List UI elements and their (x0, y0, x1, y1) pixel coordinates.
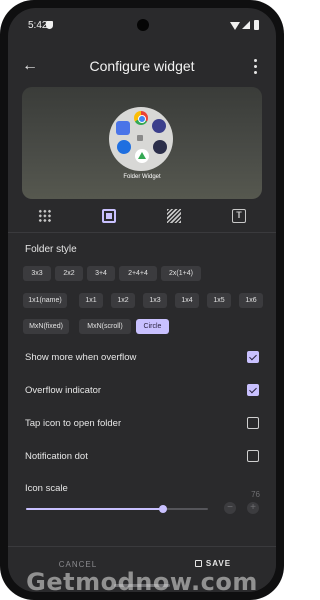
chip-2x2[interactable]: 2x2 (55, 266, 83, 281)
setting-overflow-indicator[interactable]: Overflow indicator (8, 376, 276, 406)
setting-label: Overflow indicator (25, 385, 102, 396)
chip-1x4[interactable]: 1x4 (175, 293, 199, 308)
app-bar: ← Configure widget (8, 48, 276, 84)
setting-label: Tap icon to open folder (25, 418, 122, 429)
chip-3x3[interactable]: 3x3 (23, 266, 51, 281)
setting-notification-dot[interactable]: Notification dot (8, 442, 276, 472)
photos-app-icon (153, 140, 167, 154)
wifi-icon (230, 22, 240, 30)
status-time: 5:42 (28, 20, 48, 31)
battery-icon (254, 20, 259, 30)
more-options-icon[interactable] (248, 56, 262, 76)
slider-fill (26, 508, 163, 510)
icon-scale-label: Icon scale (25, 483, 68, 494)
setting-icon-scale: Icon scale (8, 474, 276, 504)
tab-widget-icon[interactable] (102, 209, 116, 223)
chip-1x2[interactable]: 1x2 (111, 293, 135, 308)
setting-show-more-overflow[interactable]: Show more when overflow (8, 343, 276, 373)
folder-style-title: Folder style (25, 244, 77, 255)
shield-icon (46, 21, 53, 29)
tab-pattern-icon[interactable] (167, 209, 181, 223)
signal-icon (242, 21, 250, 29)
page-title: Configure widget (89, 58, 195, 74)
icon-scale-value: 76 (251, 490, 260, 499)
checkbox-tap-icon-open-folder[interactable] (247, 417, 259, 429)
tab-bar: T (8, 202, 276, 233)
camera-cutout (137, 19, 149, 31)
checkbox-overflow-indicator[interactable] (247, 384, 259, 396)
chrome-app-icon (134, 111, 148, 125)
checkbox-show-more-overflow[interactable] (247, 351, 259, 363)
chip-1x1-name[interactable]: 1x1(name) (23, 293, 67, 308)
grid-app-icon (152, 119, 166, 133)
watermark-text: Getmodnow.com (26, 568, 258, 596)
drive-app-icon (135, 149, 149, 163)
setting-tap-icon-open-folder[interactable]: Tap icon to open folder (8, 409, 276, 439)
decrease-scale-button[interactable]: − (224, 502, 236, 514)
status-bar: 5:42 (8, 8, 276, 44)
chip-2-4-4[interactable]: 2+4+4 (119, 266, 157, 281)
slider-thumb[interactable] (158, 505, 167, 513)
chip-1x6[interactable]: 1x6 (239, 293, 263, 308)
chip-mxn-scroll[interactable]: MxN(scroll) (79, 319, 131, 334)
folder-label: Folder Widget (123, 174, 161, 180)
back-arrow-icon[interactable]: ← (20, 56, 40, 76)
circle-folder-widget[interactable] (109, 107, 173, 171)
save-icon (194, 560, 202, 567)
tab-text-icon[interactable]: T (232, 209, 246, 223)
tab-grid-icon[interactable] (38, 209, 52, 223)
checkbox-notification-dot[interactable] (247, 450, 259, 462)
chip-circle[interactable]: Circle (136, 319, 169, 334)
files-app-icon (116, 121, 130, 135)
screen: 5:42 ← Configure widget Folder Widget T … (8, 8, 276, 592)
chip-3-4[interactable]: 3+4 (87, 266, 115, 281)
chip-mxn-fixed[interactable]: MxN(fixed) (23, 319, 69, 334)
phone-frame: 5:42 ← Configure widget Folder Widget T … (0, 0, 284, 600)
setting-label: Notification dot (25, 451, 88, 462)
save-label: SAVE (205, 559, 232, 568)
chip-1x1[interactable]: 1x1 (79, 293, 103, 308)
save-button[interactable]: SAVE (178, 559, 248, 568)
icon-scale-slider[interactable] (26, 505, 208, 513)
chip-1x5[interactable]: 1x5 (207, 293, 231, 308)
folder-center-icon (137, 135, 143, 141)
setting-label: Show more when overflow (25, 352, 137, 363)
chip-2x1-4[interactable]: 2x(1+4) (161, 266, 201, 281)
increase-scale-button[interactable]: + (247, 502, 259, 514)
settings-app-icon (117, 140, 131, 154)
widget-preview: Folder Widget (22, 87, 262, 199)
chip-1x3[interactable]: 1x3 (143, 293, 167, 308)
